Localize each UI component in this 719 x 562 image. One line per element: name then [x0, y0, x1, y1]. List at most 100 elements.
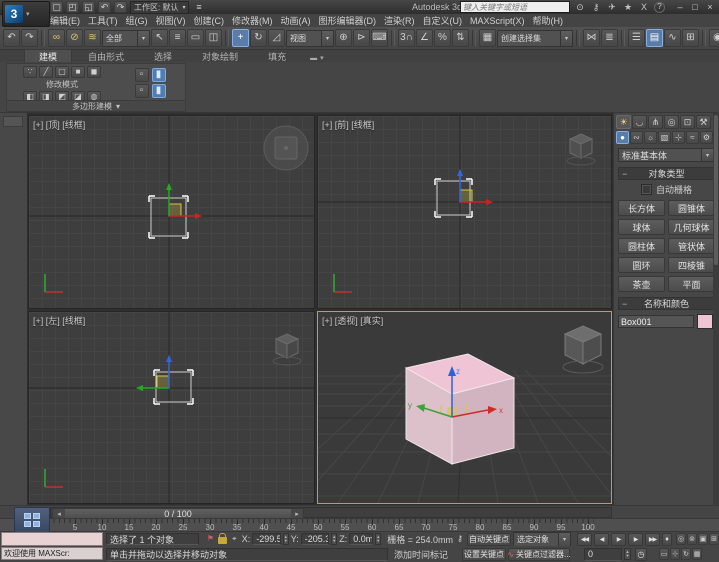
move-gizmo-top[interactable] [166, 183, 202, 219]
key-mode-dropdown[interactable]: 选定对象 ▾ [513, 532, 571, 547]
plane-button[interactable]: 平面 [668, 276, 715, 292]
polygon-modeling-footer[interactable]: 多边形建模 ▾ [7, 100, 185, 111]
open-file-button[interactable]: ◰ [66, 1, 79, 13]
undo-scene-icon[interactable]: ↶ [3, 29, 20, 47]
ribbon-small-icon[interactable]: ▫ [135, 84, 149, 98]
search-icon[interactable]: ⊙ [574, 2, 586, 13]
zoom-region-icon[interactable]: ▭ [659, 548, 669, 560]
viewport-front-label[interactable]: [+] [前] [线框] [322, 118, 374, 131]
use-pivot-point-center-icon[interactable]: ⊕ [335, 29, 352, 47]
ribbon-tab-populate[interactable]: 填充 [254, 50, 300, 62]
polygon-mode-icon[interactable]: ■ [71, 66, 85, 78]
cameras-category-icon[interactable]: ▧ [658, 131, 671, 144]
snaps-toggle-icon[interactable]: 3∩ [398, 29, 415, 47]
utilities-tab-icon[interactable]: ⚒ [696, 115, 711, 129]
spinner-snap-toggle-icon[interactable]: ⇅ [452, 29, 469, 47]
save-file-button[interactable]: ◱ [82, 1, 95, 13]
x-spinner[interactable]: ▲▼ [283, 533, 289, 545]
go-to-start-button[interactable]: ◀◀ [577, 533, 592, 546]
menu-edit[interactable]: 编辑(E) [46, 14, 84, 27]
manage-layers-icon[interactable]: ☰ [628, 29, 645, 47]
orbit-icon[interactable]: ↻ [681, 548, 691, 560]
viewport-perspective-canvas[interactable]: x y z [318, 312, 611, 503]
zoom-extents-icon[interactable]: ▣ [698, 533, 708, 545]
menu-views[interactable]: 视图(V) [152, 14, 190, 27]
viewport-left-label[interactable]: [+] [左] [线框] [33, 314, 85, 327]
application-menu-button[interactable]: 3 ▾ [2, 1, 50, 27]
menu-group[interactable]: 组(G) [122, 14, 152, 27]
new-scene-button[interactable]: ▢ [50, 1, 63, 13]
torus-button[interactable]: 圆环 [618, 257, 665, 273]
move-gizmo-front[interactable] [457, 169, 493, 205]
named-selection-sets-dropdown[interactable]: 创建选择集 ▾ [497, 30, 573, 47]
element-mode-icon[interactable]: ◼ [87, 66, 101, 78]
select-and-manipulate-icon[interactable]: ⊳ [353, 29, 370, 47]
time-slider-track[interactable]: ◂ 0 / 100 ▸ [50, 507, 612, 518]
viewport-top[interactable]: [+] [顶] [线框] [28, 115, 315, 309]
menu-maxscript[interactable]: MAXScript(X) [466, 16, 529, 26]
viewcube-top[interactable] [264, 126, 308, 170]
set-key-button[interactable]: 设置关键点 [462, 548, 506, 561]
zoom-extents-all-icon[interactable]: ⊞ [709, 533, 719, 545]
ribbon-tab-selection[interactable]: 选择 [140, 50, 186, 62]
viewport-perspective[interactable]: [+] [透视] [真实] [317, 311, 612, 504]
minimize-button[interactable]: – [673, 2, 687, 13]
dock-handle[interactable] [3, 116, 23, 127]
next-frame-button[interactable]: ▶ [628, 533, 643, 546]
vertex-mode-icon[interactable]: ∵ [23, 66, 37, 78]
select-by-name-icon[interactable]: ≡ [169, 29, 186, 47]
select-and-link-icon[interactable]: ∞ [48, 29, 65, 47]
ribbon-tab-freeform[interactable]: 自由形式 [74, 50, 138, 62]
ribbon-small-icon[interactable]: ▫ [135, 68, 149, 82]
name-color-rollout-header[interactable]: − 名称和颜色 [618, 297, 715, 310]
menu-tools[interactable]: 工具(T) [84, 14, 122, 27]
curve-editor-icon[interactable]: ∿ [664, 29, 681, 47]
search-input[interactable] [460, 1, 570, 13]
ribbon-tab-modeling[interactable]: 建模 [24, 49, 72, 62]
ribbon-minimize-button[interactable]: ▬ ▾ [310, 54, 324, 62]
z-spinner[interactable]: ▲▼ [375, 533, 381, 545]
align-icon[interactable]: ≣ [601, 29, 618, 47]
autogrid-checkbox[interactable] [641, 184, 652, 195]
viewport-front-canvas[interactable] [318, 116, 612, 309]
viewcube-left[interactable] [273, 334, 301, 365]
key-mode-toggle-icon[interactable]: ♦ [662, 533, 672, 546]
absolute-offset-toggle-icon[interactable]: ⌖ [229, 533, 240, 545]
pan-icon[interactable]: ⊹ [670, 548, 680, 560]
window-crossing-toggle-icon[interactable]: ◫ [205, 29, 222, 47]
menu-animation[interactable]: 动画(A) [277, 14, 315, 27]
object-name-input[interactable] [618, 315, 694, 328]
z-coordinate-field[interactable]: 0.0mm [349, 533, 373, 545]
track-bar[interactable]: ∿ 0 5 10 15 20 25 30 35 40 45 50 55 60 6… [0, 518, 719, 531]
helpers-category-icon[interactable]: ⊹ [672, 131, 685, 144]
menu-help[interactable]: 帮助(H) [529, 14, 568, 27]
maximize-button[interactable]: □ [688, 2, 702, 13]
menu-customize[interactable]: 自定义(U) [419, 14, 467, 27]
viewport-top-canvas[interactable] [29, 116, 315, 309]
object-color-swatch[interactable] [697, 314, 713, 329]
viewport-front[interactable]: [+] [前] [线框] [317, 115, 612, 309]
previous-frame-button[interactable]: ◀ [594, 533, 609, 546]
help-icon[interactable]: ? [654, 2, 665, 13]
ribbon-tab-object-paint[interactable]: 对象绘制 [188, 50, 252, 62]
primitive-category-dropdown[interactable]: 标准基本体 ▾ [618, 148, 715, 162]
cone-button[interactable]: 圆锥体 [668, 200, 715, 216]
border-mode-icon[interactable]: ▢ [55, 66, 69, 78]
selection-lock-icon[interactable] [218, 537, 227, 544]
create-tab-icon[interactable]: ☀ [616, 115, 631, 129]
sign-in-key-icon[interactable]: ⚷ [590, 2, 602, 13]
teapot-button[interactable]: 茶壶 [618, 276, 665, 292]
viewport-layout-tabs-button[interactable] [14, 507, 50, 533]
quick-access-more-icon[interactable]: ≡ [192, 1, 205, 13]
hierarchy-tab-icon[interactable]: ⋔ [648, 115, 663, 129]
bind-to-space-warp-icon[interactable]: ≋ [84, 29, 101, 47]
auto-key-button[interactable]: 自动关键点 [467, 533, 511, 546]
mirror-icon[interactable]: ⋈ [583, 29, 600, 47]
box-button[interactable]: 长方体 [618, 200, 665, 216]
pyramid-button[interactable]: 四棱锥 [668, 257, 715, 273]
angle-snap-toggle-icon[interactable]: ∠ [416, 29, 433, 47]
exchange-apps-icon[interactable]: X [638, 2, 650, 13]
sphere-button[interactable]: 球体 [618, 219, 665, 235]
x-coordinate-field[interactable]: -299.515m [252, 533, 280, 545]
ribbon-toggle-icon[interactable]: ▮ [152, 68, 166, 82]
